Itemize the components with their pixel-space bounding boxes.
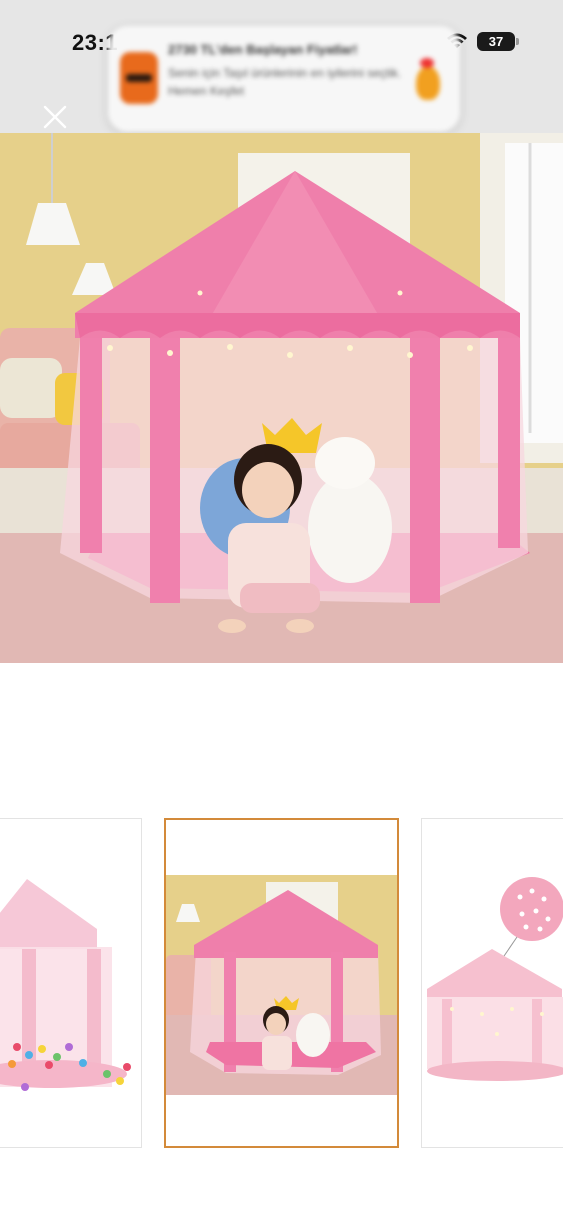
thumbnail-1-image [0,819,141,1147]
thumbnail-2-image [166,820,397,1146]
thumbnail-1[interactable] [0,818,142,1148]
battery-icon: 37 [477,32,515,51]
notification-body: Senin için Taşıl ürünlerinin en iyilerin… [168,66,402,98]
app-icon [120,52,158,104]
main-image-illustration [0,133,563,663]
thumbnail-2-selected[interactable] [164,818,399,1148]
thumbnail-3-image [422,819,563,1147]
bell-emoji-icon [416,58,440,100]
close-icon[interactable] [42,104,68,130]
product-main-image[interactable] [0,133,563,663]
notification-title: 2730 TL'den Başlayan Fiyatlar! [168,42,358,57]
battery-nub [516,38,519,45]
notification-banner[interactable]: 2730 TL'den Başlayan Fiyatlar! Senin içi… [108,26,460,132]
thumbnail-3[interactable] [421,818,563,1148]
